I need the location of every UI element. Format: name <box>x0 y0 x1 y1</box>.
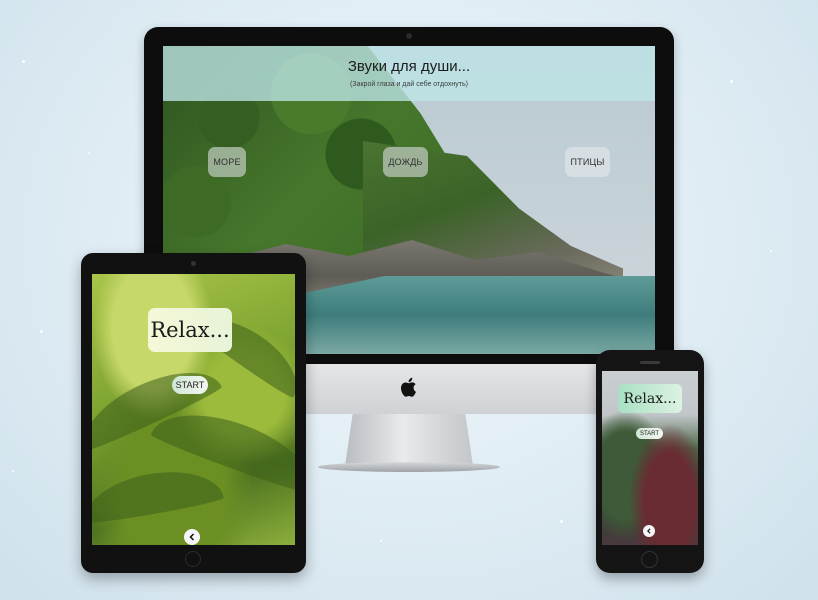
background-sparkle <box>770 250 772 252</box>
background-sparkle <box>40 330 43 333</box>
imac-stand-base <box>318 462 500 472</box>
chevron-left-icon <box>189 533 195 541</box>
background-sparkle <box>88 152 90 154</box>
rain-sound-button[interactable]: ДОЖДЬ <box>383 147 428 177</box>
desktop-header: Звуки для души... (Закрой глаза и дай се… <box>163 46 655 101</box>
background-sparkle <box>12 470 14 472</box>
back-button[interactable] <box>643 525 655 537</box>
back-button[interactable] <box>184 529 200 545</box>
imac-camera <box>406 33 412 39</box>
relax-heading: Relax... <box>618 384 682 413</box>
background-sparkle <box>380 540 382 542</box>
page-title: Звуки для души... <box>347 58 471 75</box>
tablet-screen: Relax... START <box>92 274 295 545</box>
ipad-device: Relax... START <box>81 253 306 573</box>
iphone-home-button[interactable] <box>641 551 658 568</box>
apple-icon <box>401 377 416 397</box>
iphone-device: Relax... START <box>596 350 704 573</box>
imac-stand <box>345 414 473 466</box>
chevron-left-icon <box>647 528 651 534</box>
fern-leaf <box>92 462 225 526</box>
sea-sound-button[interactable]: МОРЕ <box>208 147 246 177</box>
relax-heading: Relax... <box>148 308 232 352</box>
background-sparkle <box>22 60 25 63</box>
birds-sound-button[interactable]: ПТИЦЫ <box>565 147 610 177</box>
iphone-speaker <box>640 361 660 364</box>
ipad-camera <box>191 261 196 266</box>
background-sparkle <box>560 520 563 523</box>
start-button[interactable]: START <box>172 376 208 394</box>
phone-screen: Relax... START <box>602 371 698 545</box>
ipad-home-button[interactable] <box>185 551 201 567</box>
page-subtitle: (Закрой глаза и дай себе отдохнуть) <box>350 81 468 88</box>
background-sparkle <box>730 80 733 83</box>
start-button[interactable]: START <box>636 428 663 439</box>
